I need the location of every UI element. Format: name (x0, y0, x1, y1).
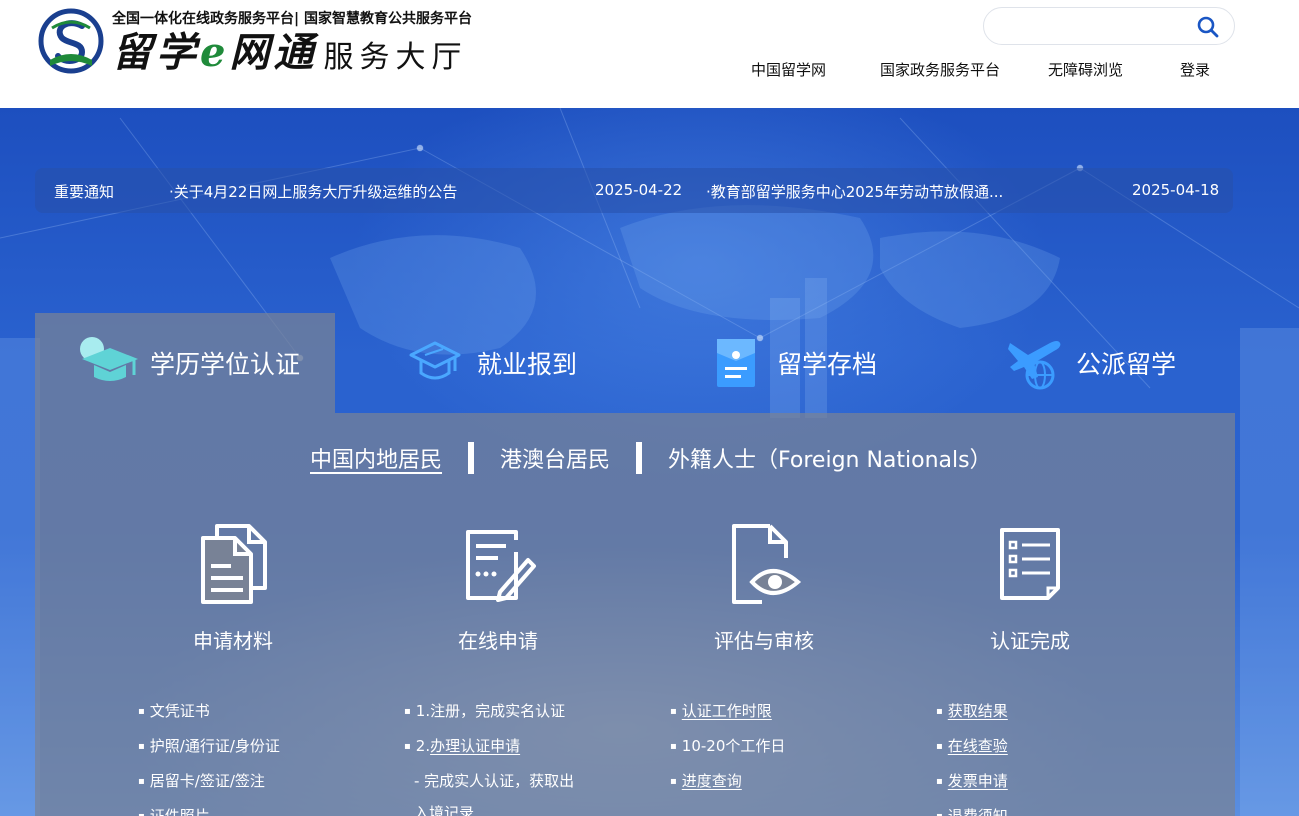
mortarboard-outline-icon (409, 341, 461, 380)
materials-list: 文凭证书 护照/通行证/身份证 居留卡/签证/签注 证件照片 (138, 695, 280, 816)
step-evaluation-review[interactable]: 评估与审核 (664, 522, 864, 653)
brand-suffix: 服务大厅 (323, 40, 468, 75)
checklist-icon (1000, 528, 1060, 600)
search-box (983, 7, 1235, 45)
list-item: 发票申请 (936, 765, 1008, 800)
documents-icon (201, 524, 267, 604)
tab-label: 留学存档 (777, 350, 878, 379)
nav-login[interactable]: 登录 (1180, 59, 1210, 80)
list-item: 入境记录 (414, 804, 475, 816)
tab-mainland-residents[interactable]: 中国内地居民 (310, 442, 442, 474)
list-item: 证件照片 (138, 800, 280, 816)
item-prefix: 2. (415, 737, 431, 755)
item-prefix: 1. (415, 702, 431, 720)
list-item: 护照/通行证/身份证 (138, 730, 280, 765)
list-item: 10-20个工作日 (670, 730, 786, 765)
search-icon[interactable] (1196, 15, 1220, 39)
logo-icon[interactable] (38, 8, 104, 74)
form-edit-icon (466, 530, 536, 602)
list-item: 获取结果 (936, 695, 1008, 730)
notice-item-date: 2025-04-22 (595, 181, 683, 199)
list-item: 在线查验 (936, 730, 1008, 765)
resident-type-tabs: 中国内地居民 港澳台居民 外籍人士（Foreign Nationals） (310, 441, 992, 475)
notice-item-title[interactable]: ·教育部留学服务中心2025年劳动节放假通... (706, 181, 1003, 202)
airplane-globe-icon (1008, 341, 1061, 390)
nav-accessibility[interactable]: 无障碍浏览 (1048, 59, 1123, 80)
tab-hk-macao-taiwan-residents[interactable]: 港澳台居民 (500, 442, 610, 474)
list-item: 2.办理认证申请 (404, 730, 574, 765)
apply-certification-link[interactable]: 办理认证申请 (430, 737, 520, 755)
item-text: 注册，完成实名认证 (430, 702, 566, 720)
list-item: - 完成实人认证，获取出 (414, 772, 575, 790)
search-input[interactable] (998, 15, 1188, 39)
notice-bar: 重要通知 ·关于4月22日网上服务大厅升级运维的公告 2025-04-22 ·教… (35, 168, 1233, 213)
tab-label: 公派留学 (1076, 350, 1177, 379)
notice-label: 重要通知 (54, 183, 115, 201)
tab-label: 就业报到 (477, 350, 578, 379)
step-certification-complete[interactable]: 认证完成 (930, 522, 1130, 653)
brand-part1: 留学 (112, 29, 200, 76)
nav-cscse[interactable]: 中国留学网 (751, 59, 826, 80)
step-label: 申请材料 (193, 629, 273, 653)
tab-employment-report[interactable]: 就业报到 (405, 313, 577, 413)
step-label: 评估与审核 (714, 629, 814, 653)
tab-separator (468, 442, 475, 474)
list-item: 1.注册，完成实名认证 (404, 695, 574, 730)
step-online-application[interactable]: 在线申请 (398, 522, 598, 653)
archive-folder-icon (717, 339, 755, 387)
step-label: 认证完成 (990, 629, 1070, 653)
list-item: 居留卡/签证/签注 (138, 765, 280, 800)
nav-gov-platform[interactable]: 国家政务服务平台 (880, 59, 1000, 80)
list-item: 进度查询 (670, 765, 785, 800)
graduation-cap-icon (80, 337, 138, 381)
step-label: 在线申请 (458, 629, 538, 653)
processing-time-link[interactable]: 认证工作时限 (682, 702, 772, 720)
completion-list: 获取结果 在线查验 发票申请 退费须知 (936, 695, 1008, 816)
tab-label: 学历学位认证 (150, 350, 301, 379)
notice-item-title[interactable]: ·关于4月22日网上服务大厅升级运维的公告 (169, 181, 457, 202)
list-item: 认证工作时限 (670, 695, 785, 730)
progress-query-link[interactable]: 进度查询 (682, 772, 742, 790)
step-application-materials[interactable]: 申请材料 (133, 522, 333, 653)
tab-foreign-nationals[interactable]: 外籍人士（Foreign Nationals） (668, 442, 992, 474)
evaluation-list: 认证工作时限 10-20个工作日 进度查询 (670, 695, 786, 800)
tab-state-sponsored-study[interactable]: 公派留学 (1004, 313, 1176, 413)
get-result-link[interactable]: 获取结果 (948, 702, 1008, 720)
document-eye-icon (732, 524, 802, 604)
list-item: 退费须知 (936, 800, 1008, 816)
tab-degree-certification[interactable]: 学历学位认证 (78, 313, 300, 413)
brand-e: e (200, 29, 230, 76)
tab-separator (636, 442, 643, 474)
brand-title[interactable]: 留学e网通 服务大厅 (112, 29, 468, 78)
list-item: 文凭证书 (138, 695, 280, 730)
tab-study-archive[interactable]: 留学存档 (705, 313, 877, 413)
notice-item-date: 2025-04-18 (1132, 181, 1220, 199)
online-verify-link[interactable]: 在线查验 (948, 737, 1008, 755)
online-application-list: 1.注册，完成实名认证 2.办理认证申请 - 完成实人认证，获取出 入境记录 (404, 695, 574, 816)
invoice-request-link[interactable]: 发票申请 (948, 772, 1008, 790)
refund-notice-link[interactable]: 退费须知 (948, 807, 1008, 816)
brand-part2: 网通 (229, 29, 318, 76)
site-header: 全国一体化在线政务服务平台| 国家智慧教育公共服务平台 留学e网通 服务大厅 中… (0, 0, 1299, 108)
